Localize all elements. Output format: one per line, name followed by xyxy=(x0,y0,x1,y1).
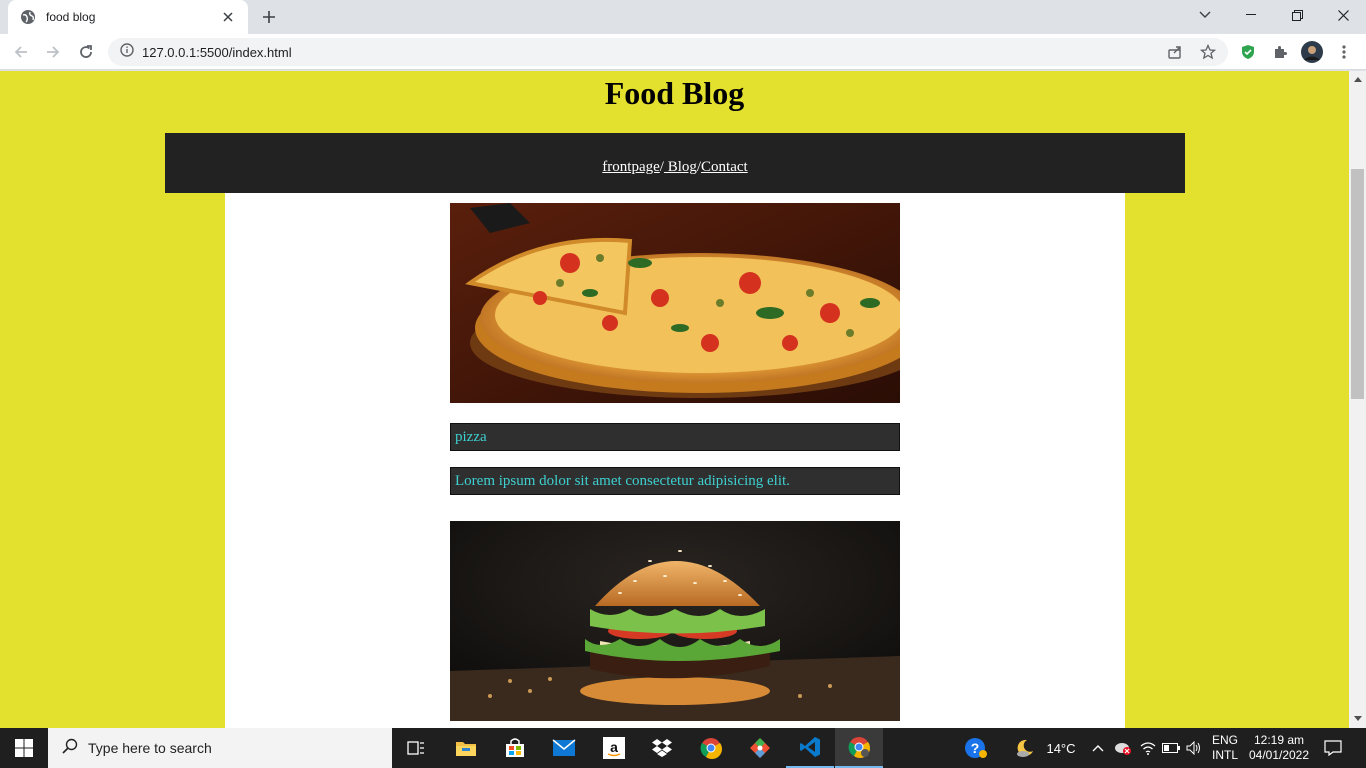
close-tab-icon[interactable] xyxy=(220,9,236,25)
minimize-button[interactable] xyxy=(1228,0,1274,30)
tab-search-icon[interactable] xyxy=(1182,0,1228,30)
share-icon[interactable] xyxy=(1163,40,1187,64)
taskbar: Type here to search a ? 14°C ENG INTL 12… xyxy=(0,728,1366,768)
battery-icon[interactable] xyxy=(1160,728,1182,768)
volume-icon[interactable] xyxy=(1183,728,1205,768)
scroll-down-icon[interactable] xyxy=(1353,714,1362,723)
nav-link-contact[interactable]: Contact xyxy=(701,159,748,175)
new-tab-button[interactable] xyxy=(258,7,280,27)
browser-toolbar: 127.0.0.1:5500/index.html xyxy=(0,34,1366,70)
chrome-icon[interactable] xyxy=(687,728,735,768)
shield-extension-icon[interactable] xyxy=(1236,40,1260,64)
page-scrollbar[interactable] xyxy=(1349,71,1366,728)
nav-link-blog[interactable]: Blog xyxy=(664,159,697,175)
lang-top: ENG xyxy=(1211,733,1238,747)
post-description-box: Lorem ipsum dolor sit amet consectetur a… xyxy=(450,467,900,495)
chrome-active-icon[interactable] xyxy=(835,728,883,768)
tab-title: food blog xyxy=(46,10,96,24)
weather-temp-text: 14°C xyxy=(1046,740,1076,756)
reload-button[interactable] xyxy=(73,40,99,64)
file-explorer-icon[interactable] xyxy=(442,728,490,768)
browser-tabbar: food blog xyxy=(0,0,1366,34)
mail-icon[interactable] xyxy=(540,728,588,768)
search-icon xyxy=(62,738,78,759)
amazon-icon[interactable]: a xyxy=(590,728,638,768)
nav-link-frontpage[interactable]: frontpage xyxy=(602,159,659,175)
site-info-icon[interactable] xyxy=(120,42,134,62)
dropbox-icon[interactable] xyxy=(638,728,686,768)
page-viewport: Food Blog frontpage/ Blog/Contact pizza … xyxy=(0,71,1349,728)
weather-moon-icon[interactable] xyxy=(1010,728,1040,768)
scroll-thumb[interactable] xyxy=(1351,169,1364,399)
post-title-box: pizza xyxy=(450,423,900,451)
wifi-icon[interactable] xyxy=(1137,728,1159,768)
url-text: 127.0.0.1:5500/index.html xyxy=(142,44,292,60)
pizza-image xyxy=(450,203,900,403)
clock-date: 04/01/2022 xyxy=(1248,748,1310,762)
burger-image xyxy=(450,521,900,721)
microsoft-store-icon[interactable] xyxy=(491,728,539,768)
chevron-up-icon[interactable] xyxy=(1088,728,1108,768)
svg-text:?: ? xyxy=(971,740,980,756)
clock[interactable]: 12:19 am 04/01/2022 xyxy=(1244,728,1314,768)
page-title: Food Blog xyxy=(604,75,745,111)
language-indicator[interactable]: ENG INTL xyxy=(1208,728,1242,768)
windows-start-icon[interactable] xyxy=(0,728,48,768)
forward-button[interactable] xyxy=(40,40,66,64)
vscode-icon[interactable] xyxy=(786,728,834,768)
close-window-button[interactable] xyxy=(1320,0,1366,30)
svg-text:a: a xyxy=(610,739,618,755)
taskbar-search-box[interactable]: Type here to search xyxy=(48,728,392,768)
extensions-puzzle-icon[interactable] xyxy=(1268,40,1292,64)
bookmark-star-icon[interactable] xyxy=(1196,40,1220,64)
chrome-menu-icon[interactable] xyxy=(1332,40,1356,64)
clock-time: 12:19 am xyxy=(1253,733,1305,747)
scroll-up-icon[interactable] xyxy=(1353,75,1362,84)
help-icon[interactable]: ? xyxy=(960,728,992,768)
notification-icon[interactable] xyxy=(1318,728,1348,768)
git-kraken-icon[interactable] xyxy=(736,728,784,768)
address-bar[interactable]: 127.0.0.1:5500/index.html xyxy=(108,38,1228,66)
site-nav: frontpage/ Blog/Contact xyxy=(165,133,1185,193)
weather-temp[interactable]: 14°C xyxy=(1040,728,1082,768)
browser-tab[interactable]: food blog xyxy=(8,0,248,34)
profile-avatar[interactable] xyxy=(1300,40,1324,64)
network-error-icon[interactable] xyxy=(1112,728,1134,768)
restore-button[interactable] xyxy=(1274,0,1320,30)
back-button[interactable] xyxy=(8,40,34,64)
globe-icon xyxy=(20,9,36,25)
content-area: pizza Lorem ipsum dolor sit amet consect… xyxy=(225,193,1125,728)
search-placeholder: Type here to search xyxy=(88,740,212,756)
task-view-icon[interactable] xyxy=(392,728,440,768)
lang-bottom: INTL xyxy=(1211,748,1238,762)
